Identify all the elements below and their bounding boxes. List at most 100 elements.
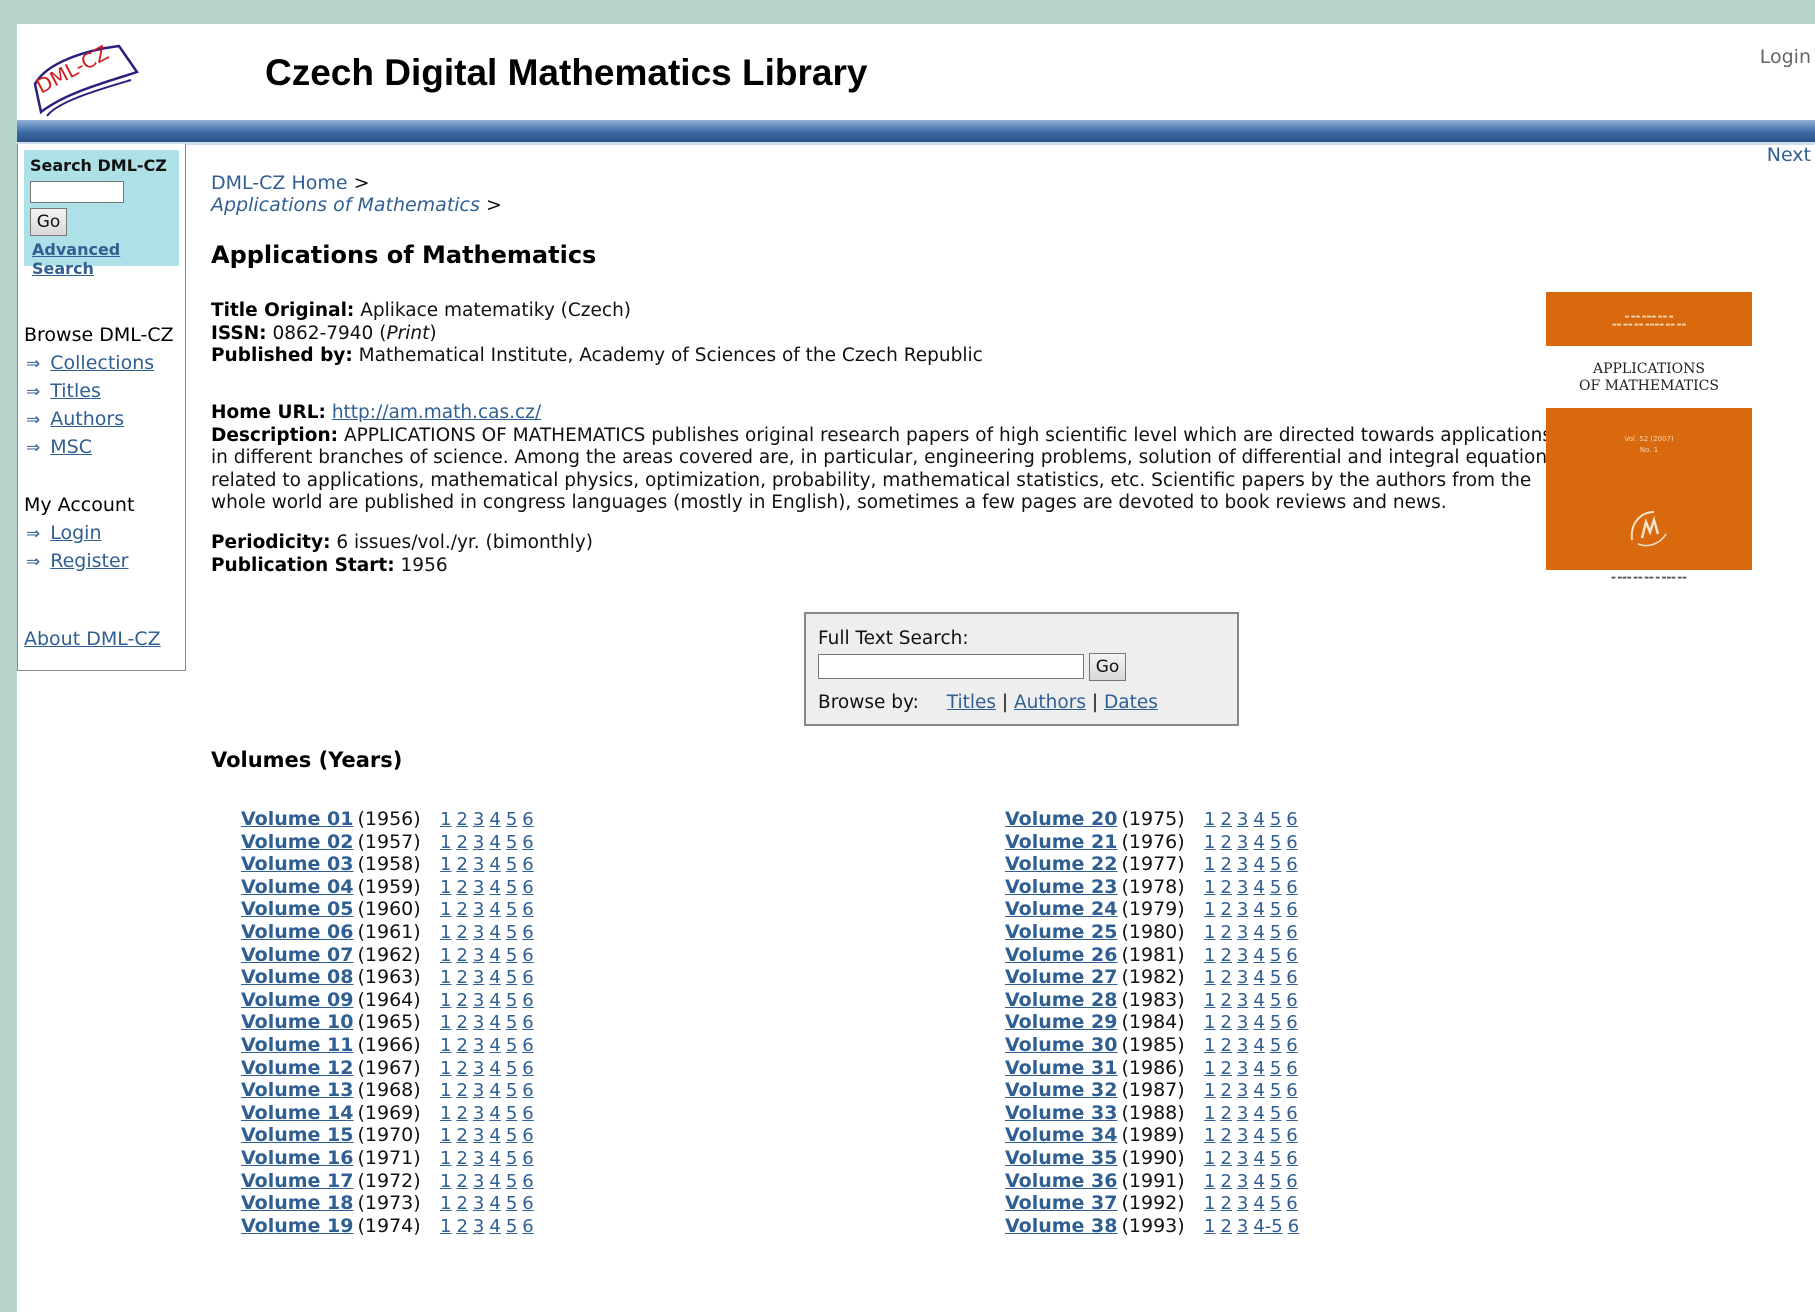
- issue-link[interactable]: 5: [506, 1058, 517, 1079]
- issue-link[interactable]: 2: [1220, 1216, 1231, 1237]
- issue-link[interactable]: 6: [1286, 1103, 1297, 1124]
- issue-link[interactable]: 1: [1204, 832, 1215, 853]
- issue-link[interactable]: 1: [440, 1171, 451, 1192]
- issue-link[interactable]: 6: [1286, 899, 1297, 920]
- issue-link[interactable]: 3: [1237, 877, 1248, 898]
- issue-link[interactable]: 1: [1204, 990, 1215, 1011]
- volume-link[interactable]: Volume 31: [1005, 1057, 1118, 1079]
- issue-link[interactable]: 5: [1270, 832, 1281, 853]
- issue-link[interactable]: 3: [1237, 967, 1248, 988]
- issue-link[interactable]: 1: [1204, 945, 1215, 966]
- home-url-link[interactable]: http://am.math.cas.cz/: [332, 402, 541, 423]
- issue-link[interactable]: 5: [1270, 922, 1281, 943]
- volume-link[interactable]: Volume 30: [1005, 1034, 1118, 1056]
- issue-link[interactable]: 4: [1253, 877, 1264, 898]
- issue-link[interactable]: 3: [473, 809, 484, 830]
- full-text-search-input[interactable]: [818, 654, 1084, 679]
- issue-link[interactable]: 5: [506, 967, 517, 988]
- issue-link[interactable]: 4: [489, 809, 500, 830]
- issue-link[interactable]: 4: [489, 1103, 500, 1124]
- volume-link[interactable]: Volume 14: [241, 1102, 354, 1124]
- issue-link[interactable]: 6: [522, 1125, 533, 1146]
- issue-link[interactable]: 4: [489, 967, 500, 988]
- issue-link[interactable]: 6: [1286, 1148, 1297, 1169]
- issue-link[interactable]: 3: [1237, 922, 1248, 943]
- issue-link[interactable]: 2: [456, 922, 467, 943]
- issue-link[interactable]: 5: [1270, 1058, 1281, 1079]
- sidebar-search-input[interactable]: [30, 181, 124, 203]
- issue-link[interactable]: 3: [473, 832, 484, 853]
- issue-link[interactable]: 1: [440, 1148, 451, 1169]
- issue-link[interactable]: 5: [506, 1103, 517, 1124]
- issue-link[interactable]: 6: [1286, 922, 1297, 943]
- issue-link[interactable]: 4: [1253, 1193, 1264, 1214]
- issue-link[interactable]: 1: [440, 1035, 451, 1056]
- issue-link[interactable]: 6: [1286, 1125, 1297, 1146]
- issue-link[interactable]: 4: [489, 990, 500, 1011]
- issue-link[interactable]: 3: [473, 1148, 484, 1169]
- issue-link[interactable]: 4: [489, 1148, 500, 1169]
- issue-link[interactable]: 4: [1253, 922, 1264, 943]
- issue-link[interactable]: 4-5: [1253, 1216, 1282, 1237]
- issue-link[interactable]: 4: [489, 1012, 500, 1033]
- issue-link[interactable]: 6: [1288, 1216, 1299, 1237]
- issue-link[interactable]: 6: [1286, 1171, 1297, 1192]
- issue-link[interactable]: 1: [440, 1012, 451, 1033]
- issue-link[interactable]: 5: [1270, 1171, 1281, 1192]
- issue-link[interactable]: 2: [456, 1080, 467, 1101]
- volume-link[interactable]: Volume 16: [241, 1147, 354, 1169]
- issue-link[interactable]: 2: [1220, 899, 1231, 920]
- issue-link[interactable]: 3: [1237, 1171, 1248, 1192]
- issue-link[interactable]: 1: [440, 899, 451, 920]
- issue-link[interactable]: 1: [1204, 922, 1215, 943]
- issue-link[interactable]: 6: [522, 967, 533, 988]
- collections-link[interactable]: Collections: [50, 352, 154, 374]
- issue-link[interactable]: 4: [1253, 1125, 1264, 1146]
- issue-link[interactable]: 5: [506, 1171, 517, 1192]
- issue-link[interactable]: 4: [1253, 945, 1264, 966]
- issue-link[interactable]: 4: [489, 1058, 500, 1079]
- issue-link[interactable]: 3: [473, 854, 484, 875]
- issue-link[interactable]: 5: [1270, 990, 1281, 1011]
- volume-link[interactable]: Volume 02: [241, 831, 354, 853]
- browse-by-titles-link[interactable]: Titles: [947, 692, 996, 713]
- issue-link[interactable]: 6: [522, 1012, 533, 1033]
- issue-link[interactable]: 4: [1253, 1058, 1264, 1079]
- issue-link[interactable]: 5: [506, 832, 517, 853]
- volume-link[interactable]: Volume 05: [241, 898, 354, 920]
- issue-link[interactable]: 3: [1237, 809, 1248, 830]
- issue-link[interactable]: 2: [456, 1012, 467, 1033]
- issue-link[interactable]: 3: [473, 1171, 484, 1192]
- issue-link[interactable]: 5: [506, 877, 517, 898]
- msc-link[interactable]: MSC: [50, 436, 92, 458]
- issue-link[interactable]: 5: [1270, 1035, 1281, 1056]
- issue-link[interactable]: 4: [489, 1035, 500, 1056]
- issue-link[interactable]: 1: [440, 922, 451, 943]
- issue-link[interactable]: 1: [440, 1080, 451, 1101]
- issue-link[interactable]: 6: [1286, 1193, 1297, 1214]
- volume-link[interactable]: Volume 24: [1005, 898, 1118, 920]
- issue-link[interactable]: 6: [522, 809, 533, 830]
- advanced-search-link[interactable]: Advanced Search: [32, 240, 179, 278]
- issue-link[interactable]: 5: [506, 1035, 517, 1056]
- browse-by-authors-link[interactable]: Authors: [1014, 692, 1086, 713]
- volume-link[interactable]: Volume 27: [1005, 966, 1118, 988]
- issue-link[interactable]: 4: [1253, 1035, 1264, 1056]
- issue-link[interactable]: 3: [473, 990, 484, 1011]
- issue-link[interactable]: 2: [456, 832, 467, 853]
- issue-link[interactable]: 5: [1270, 809, 1281, 830]
- issue-link[interactable]: 6: [522, 1058, 533, 1079]
- volume-link[interactable]: Volume 29: [1005, 1011, 1118, 1033]
- issue-link[interactable]: 6: [522, 899, 533, 920]
- issue-link[interactable]: 6: [1286, 1080, 1297, 1101]
- issue-link[interactable]: 4: [1253, 854, 1264, 875]
- issue-link[interactable]: 5: [506, 899, 517, 920]
- issue-link[interactable]: 4: [489, 1080, 500, 1101]
- issue-link[interactable]: 3: [1237, 1012, 1248, 1033]
- issue-link[interactable]: 6: [1286, 967, 1297, 988]
- issue-link[interactable]: 1: [440, 1193, 451, 1214]
- issue-link[interactable]: 5: [1270, 877, 1281, 898]
- issue-link[interactable]: 2: [456, 1148, 467, 1169]
- issue-link[interactable]: 3: [1237, 1103, 1248, 1124]
- volume-link[interactable]: Volume 28: [1005, 989, 1118, 1011]
